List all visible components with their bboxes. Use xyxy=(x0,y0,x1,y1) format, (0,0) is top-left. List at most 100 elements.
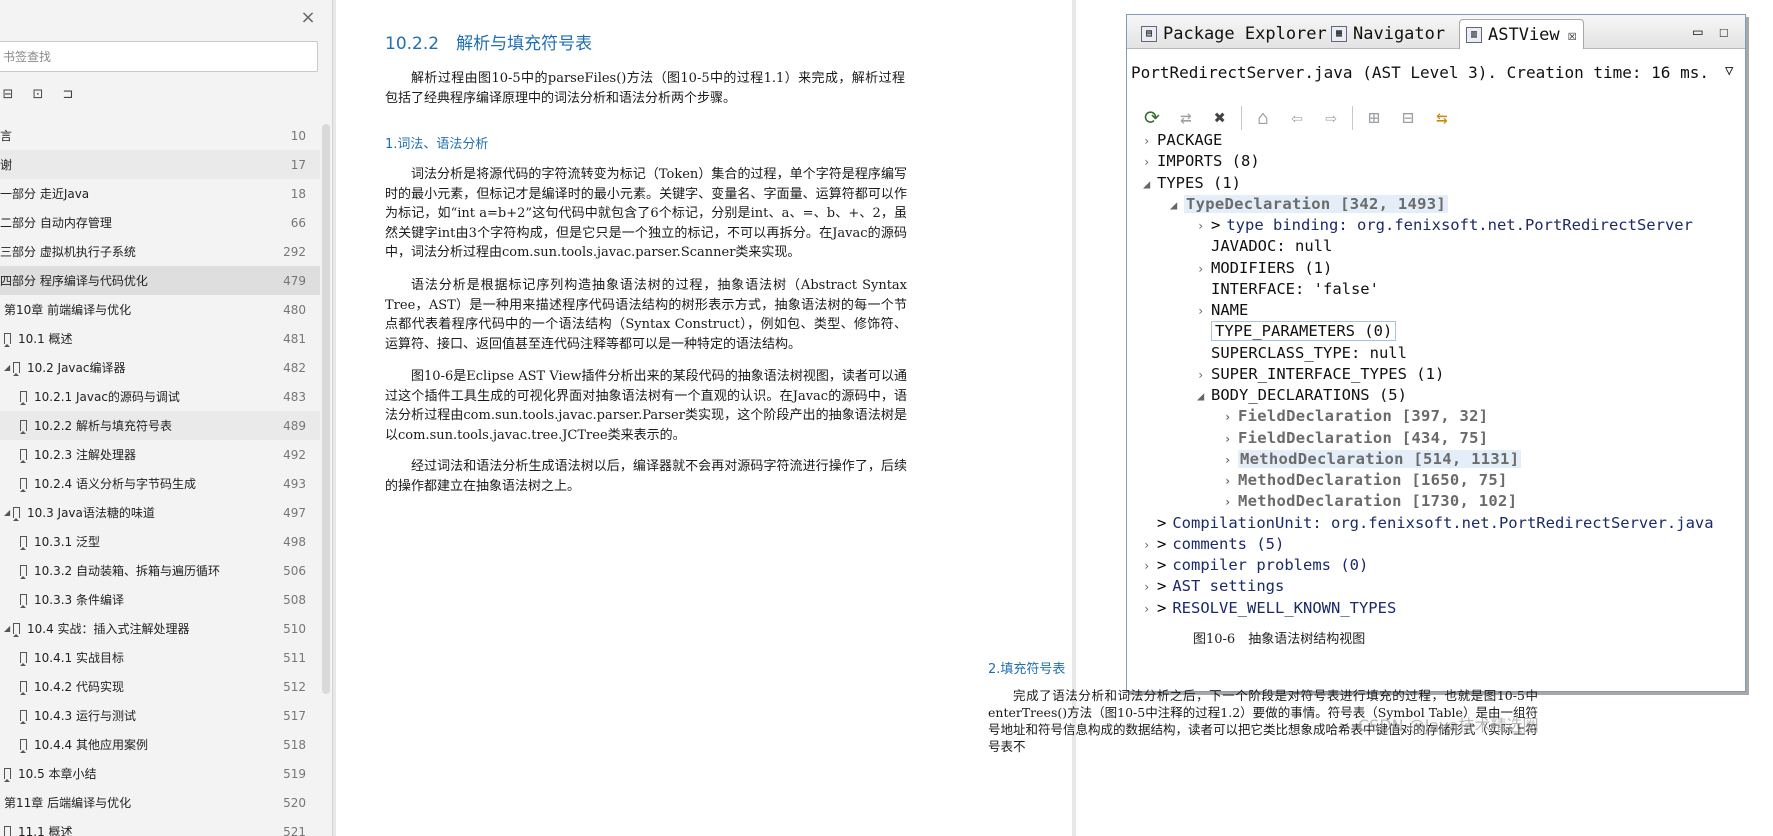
twisty-icon[interactable]: › xyxy=(1224,471,1238,492)
twisty-icon[interactable]: › xyxy=(1143,577,1157,598)
ast-tree-node[interactable]: › NAME xyxy=(1197,300,1248,321)
expand-triangle-icon[interactable]: ◢ xyxy=(4,363,10,372)
ast-tree-node[interactable]: › MethodDeclaration [514, 1131] xyxy=(1224,449,1522,471)
close-icon[interactable]: × xyxy=(298,8,318,28)
ast-node-label: TYPE_PARAMETERS (0) xyxy=(1211,321,1397,342)
minimize-icon[interactable]: ▭ xyxy=(1693,22,1703,41)
twisty-icon[interactable]: › xyxy=(1197,301,1211,322)
twisty-icon[interactable]: › xyxy=(1224,492,1238,513)
twisty-icon[interactable]: › xyxy=(1224,407,1238,428)
collapse-all-icon[interactable]: ⊟ xyxy=(0,86,16,104)
view-menu-dropdown-icon[interactable]: ▽ xyxy=(1725,63,1733,79)
toc-item[interactable]: ◢ 10.2 Javac编译器 482 xyxy=(0,353,320,382)
ast-toolbar: ⟳ ⇄ ✖ ⌂ ⇦ ⇨ ⊞ ⊟ ⇆ xyxy=(1139,105,1455,131)
bookmark-search-input[interactable] xyxy=(0,41,318,72)
collapse-all-icon[interactable]: ⊟ xyxy=(1395,105,1421,131)
twisty-icon[interactable]: › xyxy=(1197,365,1211,386)
ast-tree-node[interactable]: INTERFACE: 'false' xyxy=(1197,279,1379,300)
twisty-icon[interactable]: ◢ xyxy=(1170,195,1184,216)
toc-item[interactable]: ◢ 10.4 实战：插入式注解处理器 510 xyxy=(0,614,320,643)
ast-tree-node[interactable]: > CompilationUnit: org.fenixsoft.net.Port… xyxy=(1143,513,1714,534)
expand-triangle-icon[interactable]: ◢ xyxy=(4,508,10,517)
toc-item[interactable]: 10.4.2 代码实现 512 xyxy=(0,672,320,701)
ast-tree-node[interactable]: › > compiler problems (0) xyxy=(1143,555,1368,576)
toc-item[interactable]: 第10章 前端编译与优化 480 xyxy=(0,295,320,324)
bookmark-icon xyxy=(20,594,27,608)
ast-tree-node[interactable]: › FieldDeclaration [397, 32] xyxy=(1224,406,1488,427)
ast-tree-node[interactable]: › MODIFIERS (1) xyxy=(1197,258,1332,279)
twisty-icon[interactable]: › xyxy=(1224,429,1238,450)
sync-icon[interactable]: ⇆ xyxy=(1429,105,1455,131)
toc-item[interactable]: 10.5 本章小结 519 xyxy=(0,759,320,788)
add-bookmark-icon[interactable]: ⊡ xyxy=(30,86,46,104)
tab-astview[interactable]: ▥ ASTView ☒ xyxy=(1459,19,1584,49)
expand-triangle-icon[interactable]: ◢ xyxy=(4,624,10,633)
home-icon[interactable]: ⌂ xyxy=(1250,105,1276,131)
ast-tree-node[interactable]: ◢ BODY_DECLARATIONS (5) xyxy=(1197,385,1407,406)
toc-item[interactable]: 11.1 概述 521 xyxy=(0,817,320,836)
twisty-icon[interactable]: › xyxy=(1143,535,1157,556)
maximize-icon[interactable]: ☐ xyxy=(1719,22,1729,41)
toc-item[interactable]: 10.1 概述 481 xyxy=(0,324,320,353)
toc-item[interactable]: 三部分 虚拟机执行子系统 292 xyxy=(0,237,320,266)
ast-tree-node[interactable]: › > RESOLVE_WELL_KNOWN_TYPES xyxy=(1143,598,1396,619)
toc-item[interactable]: 10.4.3 运行与测试 517 xyxy=(0,701,320,730)
toc-item[interactable]: 二部分 自动内存管理 66 xyxy=(0,208,320,237)
toc-item[interactable]: 10.2.4 语义分析与字节码生成 493 xyxy=(0,469,320,498)
toc-item[interactable]: 10.2.2 解析与填充符号表 489 xyxy=(0,411,320,440)
ast-tree-node[interactable]: › MethodDeclaration [1650, 75] xyxy=(1224,470,1508,491)
twisty-icon[interactable]: › xyxy=(1143,152,1157,173)
twisty-icon[interactable]: › xyxy=(1224,450,1238,471)
bookmark-icon xyxy=(20,536,27,550)
lexical-paragraph: 词法分析是将源代码的字符流转变为标记（Token）集合的过程，单个字符是程序编写… xyxy=(385,167,907,260)
ast-tree-node[interactable]: › IMPORTS (8) xyxy=(1143,151,1260,172)
ast-tree-node[interactable]: › PACKAGE xyxy=(1143,130,1222,151)
tab-navigator[interactable]: ▦ Navigator xyxy=(1325,19,1451,49)
toc-item[interactable]: 10.3.2 自动装箱、拆箱与遍历循环 506 xyxy=(0,556,320,585)
forward-icon[interactable]: ⇨ xyxy=(1318,105,1344,131)
ast-tree-node[interactable]: › SUPER_INTERFACE_TYPES (1) xyxy=(1197,364,1444,385)
ast-tree-node[interactable]: JAVADOC: null xyxy=(1197,236,1332,257)
node-arrow-icon: > xyxy=(1157,534,1167,553)
ast-tree-node[interactable]: › FieldDeclaration [434, 75] xyxy=(1224,428,1488,449)
toc-item[interactable]: 10.4.1 实战目标 511 xyxy=(0,643,320,672)
refresh-icon[interactable]: ⟳ xyxy=(1139,105,1165,131)
toc-item[interactable]: 四部分 程序编译与代码优化 479 xyxy=(0,266,320,295)
toc-item[interactable]: 10.4.4 其他应用案例 518 xyxy=(0,730,320,759)
twisty-icon[interactable]: › xyxy=(1143,599,1157,620)
toc-item[interactable]: 10.2.1 Javac的源码与调试 483 xyxy=(0,382,320,411)
twisty-icon[interactable]: › xyxy=(1197,259,1211,280)
twisty-icon[interactable]: › xyxy=(1143,131,1157,152)
ast-tree-node[interactable]: TYPE_PARAMETERS (0) xyxy=(1197,321,1397,342)
ast-tree-node[interactable]: ◢ TypeDeclaration [342, 1493] xyxy=(1170,194,1449,216)
expand-all-icon[interactable]: ⊞ xyxy=(1361,105,1387,131)
toc-item[interactable]: 10.3.3 条件编译 508 xyxy=(0,585,320,614)
bookmark-sidebar: × ⊟ ⊡ ⊐ 言 10 谢 17 一部分 走近Java 18 二部分 自动内存管理 66 三部… xyxy=(0,0,333,836)
toc-item[interactable]: 一部分 走近Java 18 xyxy=(0,179,320,208)
ast-tree-node[interactable]: › > type binding: org.fenixsoft.net.PortRe… xyxy=(1197,215,1693,236)
link-editor-icon[interactable]: ⇄ xyxy=(1173,105,1199,131)
toc-item[interactable]: 第11章 后端编译与优化 520 xyxy=(0,788,320,817)
ast-tree-node[interactable]: › > AST settings xyxy=(1143,576,1284,597)
toc-item[interactable]: 言 10 xyxy=(0,121,320,150)
back-icon[interactable]: ⇦ xyxy=(1284,105,1310,131)
twisty-icon[interactable]: › xyxy=(1197,216,1211,237)
ast-view-figure: ▤ Package Explorer ▦ Navigator ▥ ASTView… xyxy=(1126,14,1746,692)
ast-tree-node[interactable]: › > comments (5) xyxy=(1143,534,1284,555)
ast-tree-node[interactable]: ◢ TYPES (1) xyxy=(1143,173,1241,194)
twisty-icon[interactable]: ◢ xyxy=(1197,386,1211,407)
ast-tree-node[interactable]: › MethodDeclaration [1730, 102] xyxy=(1224,491,1517,512)
twisty-icon[interactable]: ◢ xyxy=(1143,174,1157,195)
toc-item[interactable]: 10.3.1 泛型 498 xyxy=(0,527,320,556)
ast-tree-node[interactable]: SUPERCLASS_TYPE: null xyxy=(1197,343,1407,364)
ast-node-label: SUPERCLASS_TYPE: null xyxy=(1211,343,1407,362)
bookmark-icon[interactable]: ⊐ xyxy=(60,86,76,104)
close-tab-icon[interactable]: ☒ xyxy=(1568,26,1577,44)
tab-package-explorer[interactable]: ▤ Package Explorer xyxy=(1135,19,1333,49)
toc-item[interactable]: ◢ 10.3 Java语法糖的味道 497 xyxy=(0,498,320,527)
clear-icon[interactable]: ✖ xyxy=(1207,105,1233,131)
twisty-icon[interactable]: › xyxy=(1143,556,1157,577)
sidebar-scrollbar[interactable] xyxy=(322,124,330,694)
toc-item[interactable]: 10.2.3 注解处理器 492 xyxy=(0,440,320,469)
toc-item[interactable]: 谢 17 xyxy=(0,150,320,179)
